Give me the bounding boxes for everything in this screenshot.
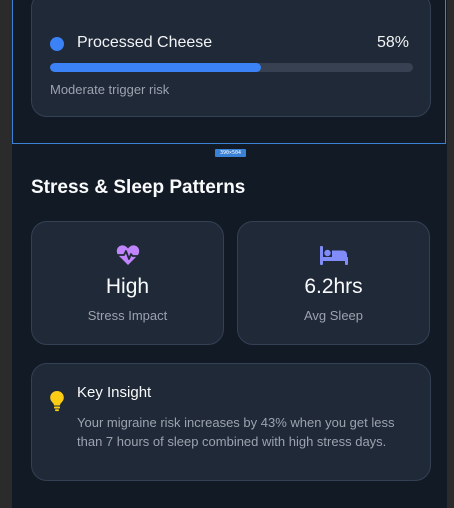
heart-pulse-icon: [116, 245, 139, 265]
stress-label: Stress Impact: [87, 308, 168, 323]
key-insight-card[interactable]: Key Insight Your migraine risk increases…: [31, 363, 431, 481]
trigger-name: Processed Cheese: [77, 34, 213, 51]
trigger-risk-text: Moderate trigger risk: [50, 82, 170, 97]
design-canvas: Processed Cheese 58% Moderate trigger ri…: [0, 0, 454, 508]
frame-size-badge: 390×504: [215, 149, 246, 157]
insight-title: Key Insight: [77, 384, 152, 401]
bed-icon: [319, 246, 348, 265]
sleep-label: Avg Sleep: [303, 308, 364, 323]
trigger-progress-fill: [50, 63, 261, 72]
stat-card-sleep[interactable]: 6.2hrs Avg Sleep: [237, 221, 430, 345]
stat-card-stress[interactable]: High Stress Impact: [31, 221, 224, 345]
trigger-progress-bar: [50, 63, 413, 72]
trigger-color-dot: [50, 37, 64, 51]
sleep-value: 6.2hrs: [304, 275, 363, 298]
stress-value: High: [105, 275, 150, 298]
trigger-percentage: 58%: [376, 34, 409, 51]
lightbulb-icon: [50, 391, 64, 412]
insight-body: Your migraine risk increases by 43% when…: [77, 415, 395, 449]
section-title: Stress & Sleep Patterns: [31, 177, 246, 198]
trigger-card-processed-cheese[interactable]: Processed Cheese 58% Moderate trigger ri…: [31, 0, 431, 117]
